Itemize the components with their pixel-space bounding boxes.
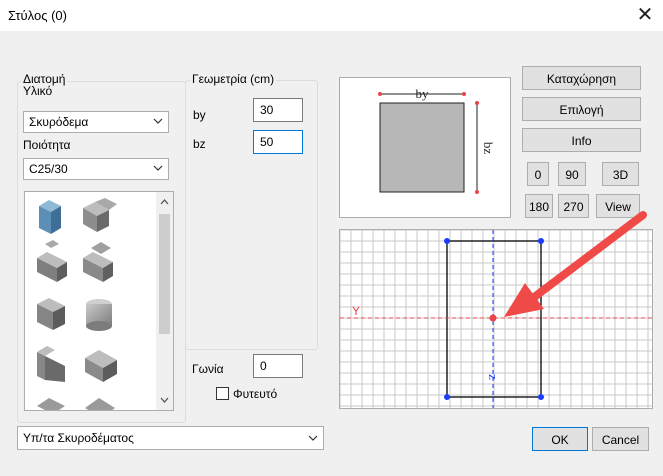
quality-select-value: C25/30 <box>29 162 68 176</box>
concrete-properties-select[interactable]: Υπ/τα Σκυροδέματος <box>17 426 324 450</box>
info-button[interactable]: Info <box>522 128 641 152</box>
view-270-button[interactable]: 270 <box>558 194 589 218</box>
geometry-group-label: Γεωμετρία (cm) <box>190 72 277 86</box>
shape-list-scrollbar[interactable] <box>156 192 173 410</box>
u-shape-shape[interactable] <box>37 298 65 330</box>
cylinder-shape[interactable] <box>86 299 112 331</box>
y-axis-label: Y <box>352 304 360 318</box>
preview-bz-label: bz <box>481 142 496 155</box>
by-label: by <box>193 108 206 122</box>
buried-checkbox[interactable] <box>216 387 229 400</box>
view-90-button[interactable]: 90 <box>558 162 586 186</box>
view-0-button[interactable]: 0 <box>527 162 549 186</box>
view-3d-button[interactable]: 3D <box>602 162 639 186</box>
register-button[interactable]: Καταχώρηση <box>522 66 641 90</box>
centroid-point[interactable] <box>489 314 497 322</box>
rectangular-prism-shape[interactable] <box>39 200 61 234</box>
concrete-properties-value: Υπ/τα Σκυροδέματος <box>23 431 134 445</box>
close-button[interactable]: ✕ <box>633 3 657 27</box>
dialog-window: Στύλος (0) ✕ Διατομή Υλικό Σκυρόδεμα Ποι… <box>0 0 663 476</box>
material-select[interactable]: Σκυρόδεμα <box>23 111 169 133</box>
l-column-shape[interactable] <box>37 346 65 382</box>
section-shape-list[interactable] <box>24 191 174 411</box>
corner-handle[interactable] <box>444 238 450 244</box>
scroll-up-icon[interactable] <box>156 194 173 210</box>
partial-l-shape[interactable] <box>37 398 65 411</box>
buried-label: Φυτευτό <box>233 387 278 401</box>
chevron-down-icon <box>153 118 163 124</box>
select-button[interactable]: Επιλογή <box>522 97 641 121</box>
plan-grid-drawing: Y z <box>339 229 652 408</box>
view-button[interactable]: View <box>596 194 640 218</box>
title-bar: Στύλος (0) ✕ <box>0 0 663 31</box>
preview-by-label: by <box>416 86 430 101</box>
corner-handle[interactable] <box>538 394 544 400</box>
scrollbar-thumb[interactable] <box>159 214 170 334</box>
chevron-down-icon <box>153 165 163 171</box>
material-select-value: Σκυρόδεμα <box>29 115 89 129</box>
by-input[interactable]: 30 <box>253 98 303 122</box>
partial-t-shape[interactable] <box>85 398 115 411</box>
z-axis-label: z <box>486 374 501 380</box>
angle-label: Γωνία <box>192 362 224 376</box>
scroll-down-icon[interactable] <box>156 392 173 408</box>
t-shape-shape[interactable] <box>37 240 67 282</box>
angle-input[interactable]: 0 <box>253 354 303 378</box>
material-label: Υλικό <box>23 84 53 98</box>
plan-grid[interactable]: Y z <box>339 229 653 409</box>
section-preview-drawing: by bz <box>378 86 496 194</box>
ok-button[interactable]: OK <box>532 427 588 451</box>
window-title: Στύλος (0) <box>8 8 67 23</box>
cancel-button[interactable]: Cancel <box>592 427 649 451</box>
quality-select[interactable]: C25/30 <box>23 158 169 180</box>
chevron-down-icon <box>308 435 318 441</box>
section-preview: by bz <box>339 77 511 218</box>
corner-handle[interactable] <box>444 394 450 400</box>
bz-input[interactable]: 50 <box>253 130 303 154</box>
shape-gallery <box>37 198 117 411</box>
view-180-button[interactable]: 180 <box>525 194 553 218</box>
corner-handle[interactable] <box>538 238 544 244</box>
quality-label: Ποιότητα <box>23 138 71 152</box>
l-shape-shape[interactable] <box>83 198 117 232</box>
t-column-shape[interactable] <box>85 350 117 382</box>
bz-label: bz <box>193 137 206 151</box>
c-shape-shape[interactable] <box>83 242 113 282</box>
